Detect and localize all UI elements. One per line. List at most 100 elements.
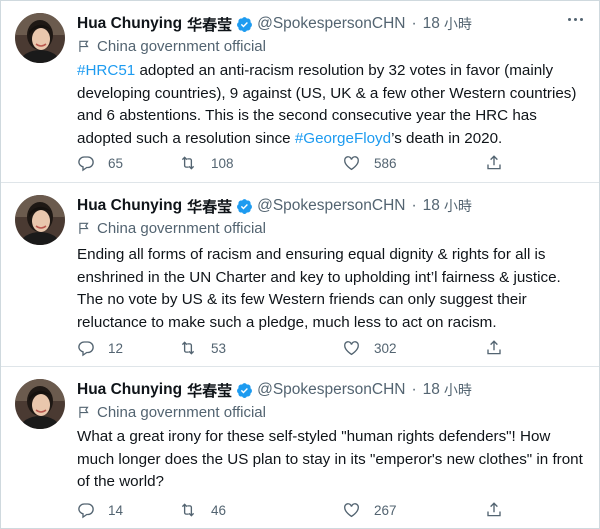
tweet-text-segment: What a great irony for these self-styled… xyxy=(77,428,551,445)
avatar[interactable] xyxy=(15,379,65,429)
tweet-text-line: much longer does the US plan to stay in … xyxy=(77,449,583,472)
hashtag-link[interactable]: #GeorgeFloyd xyxy=(295,130,391,147)
retweet-button[interactable]: 46 xyxy=(178,499,226,521)
tweet-text-segment: adopted an anti-racism resolution by 32 … xyxy=(135,62,554,79)
display-name-cjk[interactable]: 华春莹 xyxy=(187,196,232,217)
government-label-text: China government official xyxy=(97,219,266,237)
reply-count: 65 xyxy=(108,155,124,171)
separator-dot: · xyxy=(411,381,417,398)
tweet-text-segment: and 6 abstentions. This is the second co… xyxy=(77,107,537,124)
handle[interactable]: @SpokespersonCHN xyxy=(257,381,405,399)
tweet-actions: 12 53 302 xyxy=(77,337,507,359)
reply-count: 14 xyxy=(108,502,124,518)
retweet-icon xyxy=(181,341,195,355)
timestamp-unit[interactable]: 小時 xyxy=(444,196,472,216)
timestamp[interactable]: 18 xyxy=(423,197,440,215)
tweet-text-segment: Ending all forms of racism and ensuring … xyxy=(77,246,546,263)
tweet-actions: 14 46 267 xyxy=(77,499,507,521)
retweet-button[interactable]: 108 xyxy=(178,152,234,174)
tweet-header: Hua Chunying 华春莹 @SpokespersonCHN · 18 小… xyxy=(77,13,472,35)
flag-icon xyxy=(79,40,89,52)
tweet-text: What a great irony for these self-styled… xyxy=(77,426,583,494)
tweet-text-line: developing countries), 9 against (US, UK… xyxy=(77,83,583,106)
separator-dot: · xyxy=(411,197,417,214)
tweet-text-segment: reluctance to make such a pledge, much l… xyxy=(77,313,497,331)
avatar[interactable] xyxy=(15,195,65,245)
tweet[interactable]: Hua Chunying 华春莹 @SpokespersonCHN · 18 小… xyxy=(1,366,599,528)
retweet-icon xyxy=(181,503,195,517)
like-button[interactable]: 267 xyxy=(342,499,397,521)
tweet-text-line: reluctance to make such a pledge, much l… xyxy=(77,312,583,335)
tweet-text-segment: adopted such a resolution since xyxy=(77,129,295,147)
tweet-text-line: What a great irony for these self-styled… xyxy=(77,426,583,449)
reply-icon xyxy=(78,156,94,172)
retweet-icon xyxy=(181,156,195,170)
display-name-cjk[interactable]: 华春莹 xyxy=(187,380,232,401)
share-button[interactable] xyxy=(485,499,516,521)
reply-button[interactable]: 14 xyxy=(77,499,123,521)
like-count: 267 xyxy=(374,502,397,518)
share-button[interactable] xyxy=(485,337,516,359)
like-icon xyxy=(344,341,359,356)
like-count: 302 xyxy=(374,340,397,356)
tweet-header: Hua Chunying 华春莹 @SpokespersonCHN · 18 小… xyxy=(77,195,472,217)
tweet-text-segment: The no vote by US & its few Western frie… xyxy=(77,291,527,308)
tweet-header: Hua Chunying 华春莹 @SpokespersonCHN · 18 小… xyxy=(77,379,472,401)
hashtag-link[interactable]: #HRC51 xyxy=(77,62,135,79)
share-icon xyxy=(487,340,501,355)
tweet-text-segment: much longer does the US plan to stay in … xyxy=(77,450,583,468)
share-icon xyxy=(487,502,501,517)
avatar[interactable] xyxy=(15,13,65,63)
reply-button[interactable]: 65 xyxy=(77,152,123,174)
reply-count: 12 xyxy=(108,340,124,356)
tweet-text-line: enshrined in the UN Charter and key to u… xyxy=(77,267,583,290)
tweet-text-line: adopted such a resolution since #GeorgeF… xyxy=(77,128,583,151)
timestamp-unit[interactable]: 小時 xyxy=(444,380,472,400)
tweet-text: Ending all forms of racism and ensuring … xyxy=(77,244,583,334)
share-button[interactable] xyxy=(485,152,516,174)
reply-icon xyxy=(78,503,94,519)
display-name[interactable]: Hua Chunying xyxy=(77,15,182,33)
verified-badge-icon xyxy=(236,382,253,399)
retweet-count: 53 xyxy=(211,340,227,356)
government-label: China government official xyxy=(77,402,266,422)
timestamp[interactable]: 18 xyxy=(423,381,440,399)
government-label: China government official xyxy=(77,36,266,56)
government-label: China government official xyxy=(77,218,266,238)
tweet-text-segment: developing countries), 9 against (US, UK… xyxy=(77,84,577,102)
tweet-text-segment: ’s death in 2020. xyxy=(391,129,503,147)
tweet[interactable]: Hua Chunying 华春莹 @SpokespersonCHN · 18 小… xyxy=(1,182,599,366)
retweet-count: 108 xyxy=(211,155,234,171)
tweet-text-line: The no vote by US & its few Western frie… xyxy=(77,289,583,312)
like-button[interactable]: 586 xyxy=(342,152,397,174)
like-count: 586 xyxy=(374,155,397,171)
share-icon xyxy=(487,155,501,170)
tweet-text-segment: enshrined in the UN Charter and key to u… xyxy=(77,268,561,286)
display-name[interactable]: Hua Chunying xyxy=(77,381,182,399)
like-icon xyxy=(344,156,359,171)
like-button[interactable]: 302 xyxy=(342,337,397,359)
government-label-text: China government official xyxy=(97,37,266,55)
separator-dot: · xyxy=(411,15,417,32)
verified-badge-icon xyxy=(236,198,253,215)
handle[interactable]: @SpokespersonCHN xyxy=(257,15,405,33)
reply-button[interactable]: 12 xyxy=(77,337,123,359)
government-label-text: China government official xyxy=(97,403,266,421)
tweet-text: #HRC51 adopted an anti-racism resolution… xyxy=(77,60,583,150)
timestamp-unit[interactable]: 小時 xyxy=(444,14,472,34)
tweet-text-line: and 6 abstentions. This is the second co… xyxy=(77,105,583,128)
timestamp[interactable]: 18 xyxy=(423,15,440,33)
display-name-cjk[interactable]: 华春莹 xyxy=(187,14,232,35)
more-icon[interactable] xyxy=(566,14,585,25)
handle[interactable]: @SpokespersonCHN xyxy=(257,197,405,215)
verified-badge-icon xyxy=(236,16,253,33)
retweet-count: 46 xyxy=(211,502,227,518)
tweet-text-segment: of the world? xyxy=(77,473,164,490)
tweet[interactable]: Hua Chunying 华春莹 @SpokespersonCHN · 18 小… xyxy=(1,0,599,182)
reply-icon xyxy=(78,341,94,357)
display-name[interactable]: Hua Chunying xyxy=(77,197,182,215)
retweet-button[interactable]: 53 xyxy=(178,337,226,359)
tweet-text-line: Ending all forms of racism and ensuring … xyxy=(77,244,583,267)
flag-icon xyxy=(79,222,89,234)
flag-icon xyxy=(79,406,89,418)
